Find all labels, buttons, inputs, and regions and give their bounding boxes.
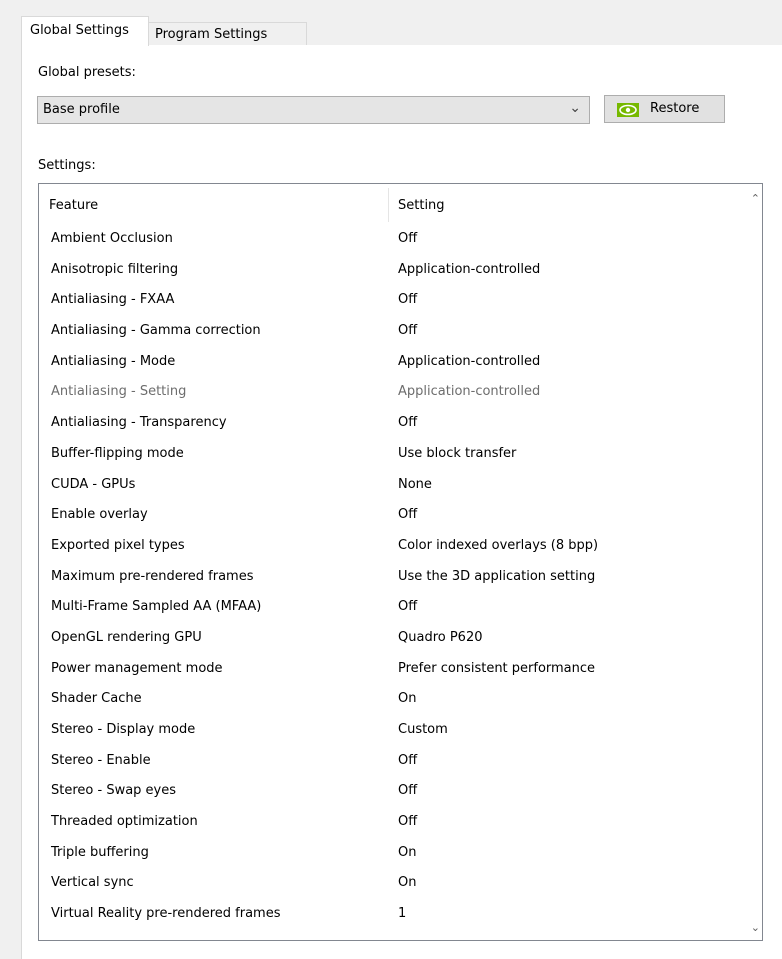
setting-cell[interactable]: Custom xyxy=(398,722,448,737)
global-presets-label: Global presets: xyxy=(38,65,136,80)
setting-cell[interactable]: Application-controlled xyxy=(398,262,540,277)
setting-cell[interactable]: On xyxy=(398,845,416,860)
setting-cell[interactable]: None xyxy=(398,477,432,492)
table-row[interactable]: Triple buffering On xyxy=(39,840,744,871)
feature-cell: Antialiasing - Transparency xyxy=(51,415,227,431)
setting-cell[interactable]: Off xyxy=(398,415,417,430)
feature-cell: Virtual Reality pre-rendered frames xyxy=(51,906,281,922)
global-presets-value: Base profile xyxy=(43,102,120,117)
setting-cell[interactable]: 1 xyxy=(398,906,406,921)
settings-list-header: Feature Setting xyxy=(39,184,744,226)
feature-cell: Multi-Frame Sampled AA (MFAA) xyxy=(51,599,262,615)
setting-cell[interactable]: Prefer consistent performance xyxy=(398,661,595,676)
table-row[interactable]: Threaded optimization Off xyxy=(39,809,744,840)
setting-cell[interactable]: Off xyxy=(398,814,417,829)
table-row[interactable]: Antialiasing - Transparency Off xyxy=(39,410,744,441)
table-row[interactable]: Antialiasing - Gamma correction Off xyxy=(39,318,744,349)
table-row[interactable]: Stereo - Swap eyes Off xyxy=(39,778,744,809)
settings-label: Settings: xyxy=(38,158,96,173)
vertical-scrollbar[interactable]: ⌃ ⌄ xyxy=(744,184,762,940)
feature-cell: Shader Cache xyxy=(51,691,142,707)
table-row[interactable]: Antialiasing - Setting Application-contro… xyxy=(39,379,744,410)
feature-cell: Enable overlay xyxy=(51,507,148,523)
table-row[interactable]: Enable overlay Off xyxy=(39,502,744,533)
table-row[interactable]: OpenGL rendering GPU Quadro P620 xyxy=(39,625,744,656)
tab-program-settings[interactable]: Program Settings xyxy=(149,22,307,46)
table-row[interactable]: Maximum pre-rendered frames Use the 3D ap… xyxy=(39,564,744,595)
feature-cell: Stereo - Swap eyes xyxy=(51,783,177,799)
setting-cell[interactable]: Off xyxy=(398,231,417,246)
table-row[interactable]: Stereo - Display mode Custom xyxy=(39,717,744,748)
table-row[interactable]: Anisotropic filtering Application-control… xyxy=(39,257,744,288)
feature-cell: Maximum pre-rendered frames xyxy=(51,568,254,584)
chevron-down-icon: ⌄ xyxy=(569,100,581,116)
feature-cell: Antialiasing - Gamma correction xyxy=(51,323,261,339)
settings-rows: Ambient Occlusion Off Anisotropic filterin… xyxy=(39,226,744,932)
table-row[interactable]: Vertical sync On xyxy=(39,870,744,901)
column-divider[interactable] xyxy=(388,188,389,222)
setting-cell[interactable]: Use block transfer xyxy=(398,446,516,461)
feature-cell: CUDA - GPUs xyxy=(51,476,136,492)
feature-cell: Anisotropic filtering xyxy=(51,261,179,277)
setting-cell[interactable]: Off xyxy=(398,323,417,338)
table-row[interactable]: Buffer-flipping mode Use block transfer xyxy=(39,441,744,472)
restore-button[interactable]: Restore xyxy=(604,95,725,123)
setting-cell[interactable]: Application-controlled xyxy=(398,384,540,399)
table-row[interactable]: Exported pixel types Color indexed overla… xyxy=(39,533,744,564)
table-row[interactable]: Power management mode Prefer consistent p… xyxy=(39,656,744,687)
scroll-up-arrow-icon[interactable]: ⌃ xyxy=(751,192,760,205)
feature-cell: Antialiasing - Setting xyxy=(51,384,187,400)
table-row[interactable]: Multi-Frame Sampled AA (MFAA) Off xyxy=(39,594,744,625)
setting-cell[interactable]: Use the 3D application setting xyxy=(398,569,595,584)
table-row[interactable]: Antialiasing - Mode Application-controlle… xyxy=(39,349,744,380)
setting-cell[interactable]: Off xyxy=(398,753,417,768)
setting-cell[interactable]: Off xyxy=(398,783,417,798)
feature-cell: Exported pixel types xyxy=(51,537,185,553)
table-row[interactable]: Ambient Occlusion Off xyxy=(39,226,744,257)
feature-cell: Threaded optimization xyxy=(51,814,198,830)
nvidia-eye-icon xyxy=(617,103,639,117)
feature-cell: Triple buffering xyxy=(51,844,149,860)
global-settings-panel: Global presets: Base profile ⌄ Restore S… xyxy=(21,45,782,959)
feature-cell: OpenGL rendering GPU xyxy=(51,629,202,645)
setting-cell[interactable]: On xyxy=(398,875,416,890)
setting-cell[interactable]: On xyxy=(398,691,416,706)
feature-cell: Ambient Occlusion xyxy=(51,231,173,246)
table-row[interactable]: Stereo - Enable Off xyxy=(39,748,744,779)
global-presets-dropdown[interactable]: Base profile ⌄ xyxy=(37,96,590,124)
setting-cell[interactable]: Off xyxy=(398,292,417,307)
feature-cell: Buffer-flipping mode xyxy=(51,445,184,461)
tab-strip: Global Settings Program Settings xyxy=(21,16,782,46)
setting-cell[interactable]: Off xyxy=(398,507,417,522)
feature-cell: Antialiasing - Mode xyxy=(51,353,176,369)
table-row[interactable]: Virtual Reality pre-rendered frames 1 xyxy=(39,901,744,932)
column-header-setting[interactable]: Setting xyxy=(398,198,445,213)
tab-global-settings[interactable]: Global Settings xyxy=(21,16,149,46)
table-row[interactable]: CUDA - GPUs None xyxy=(39,472,744,503)
feature-cell: Power management mode xyxy=(51,660,223,676)
scroll-down-arrow-icon[interactable]: ⌄ xyxy=(751,921,760,934)
feature-cell: Vertical sync xyxy=(51,875,134,891)
restore-label: Restore xyxy=(650,101,700,116)
setting-cell[interactable]: Application-controlled xyxy=(398,354,540,369)
column-header-feature[interactable]: Feature xyxy=(49,198,98,213)
table-row[interactable]: Shader Cache On xyxy=(39,686,744,717)
setting-cell[interactable]: Off xyxy=(398,599,417,614)
feature-cell: Stereo - Enable xyxy=(51,752,151,768)
table-row[interactable]: Antialiasing - FXAA Off xyxy=(39,287,744,318)
settings-list[interactable]: Feature Setting Ambient Occlusion Off Anis… xyxy=(38,183,763,941)
feature-cell: Antialiasing - FXAA xyxy=(51,292,175,308)
setting-cell[interactable]: Quadro P620 xyxy=(398,630,483,645)
feature-cell: Stereo - Display mode xyxy=(51,722,196,737)
setting-cell[interactable]: Color indexed overlays (8 bpp) xyxy=(398,538,598,553)
